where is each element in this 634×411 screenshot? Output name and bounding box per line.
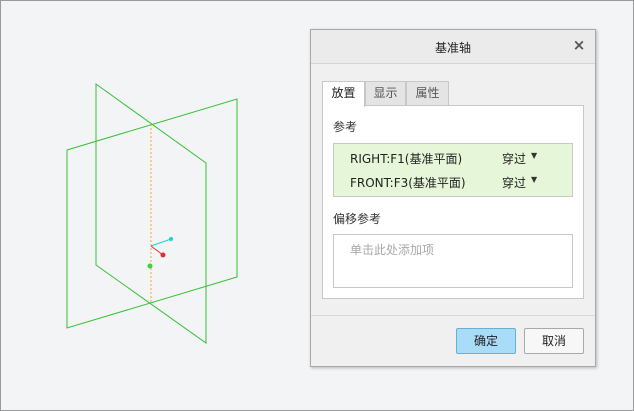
datum-plane-front[interactable]	[66, 98, 238, 329]
placement-panel: 参考 RIGHT:F1(基准平面) 穿过 ▼ FRONT:F3(基准平面) 穿过…	[322, 105, 584, 299]
dialog-titlebar[interactable]: 基准轴 ×	[311, 30, 595, 64]
close-icon[interactable]: ×	[571, 36, 587, 54]
footer-divider	[311, 315, 595, 316]
ok-button[interactable]: 确定	[456, 328, 516, 354]
reference-row-front[interactable]: FRONT:F3(基准平面) 穿过 ▼	[334, 170, 572, 194]
csys-origin-point	[147, 263, 153, 269]
csys-x-line	[150, 238, 172, 247]
tab-placement[interactable]: 放置	[322, 81, 365, 107]
reference-name: RIGHT:F1(基准平面)	[350, 152, 463, 166]
offset-references-collector[interactable]: 单击此处添加项	[333, 234, 573, 288]
cancel-button[interactable]: 取消	[524, 328, 584, 354]
dialog-title: 基准轴	[434, 41, 471, 55]
datum-axis-dialog: 基准轴 × 放置 显示 属性 参考 RIGHT:F1(基准平面) 穿过 ▼ FR…	[310, 29, 596, 367]
caret-down-icon[interactable]: ▼	[531, 175, 537, 184]
csys-x-point	[169, 237, 173, 241]
references-list[interactable]: RIGHT:F1(基准平面) 穿过 ▼ FRONT:F3(基准平面) 穿过 ▼	[333, 143, 573, 197]
offset-placeholder: 单击此处添加项	[350, 243, 435, 257]
offset-references-label: 偏移参考	[333, 212, 382, 226]
tab-properties[interactable]: 属性	[406, 81, 449, 105]
reference-row-right[interactable]: RIGHT:F1(基准平面) 穿过 ▼	[334, 146, 572, 170]
constraint-type-dropdown[interactable]: 穿过	[502, 150, 526, 167]
tab-display[interactable]: 显示	[365, 81, 406, 105]
caret-down-icon[interactable]: ▼	[531, 151, 537, 160]
csys-y-point	[160, 252, 166, 258]
references-label: 参考	[333, 120, 358, 134]
constraint-type-dropdown[interactable]: 穿过	[502, 174, 526, 191]
reference-name: FRONT:F3(基准平面)	[350, 176, 466, 190]
app-window: 基准轴 × 放置 显示 属性 参考 RIGHT:F1(基准平面) 穿过 ▼ FR…	[0, 0, 634, 411]
